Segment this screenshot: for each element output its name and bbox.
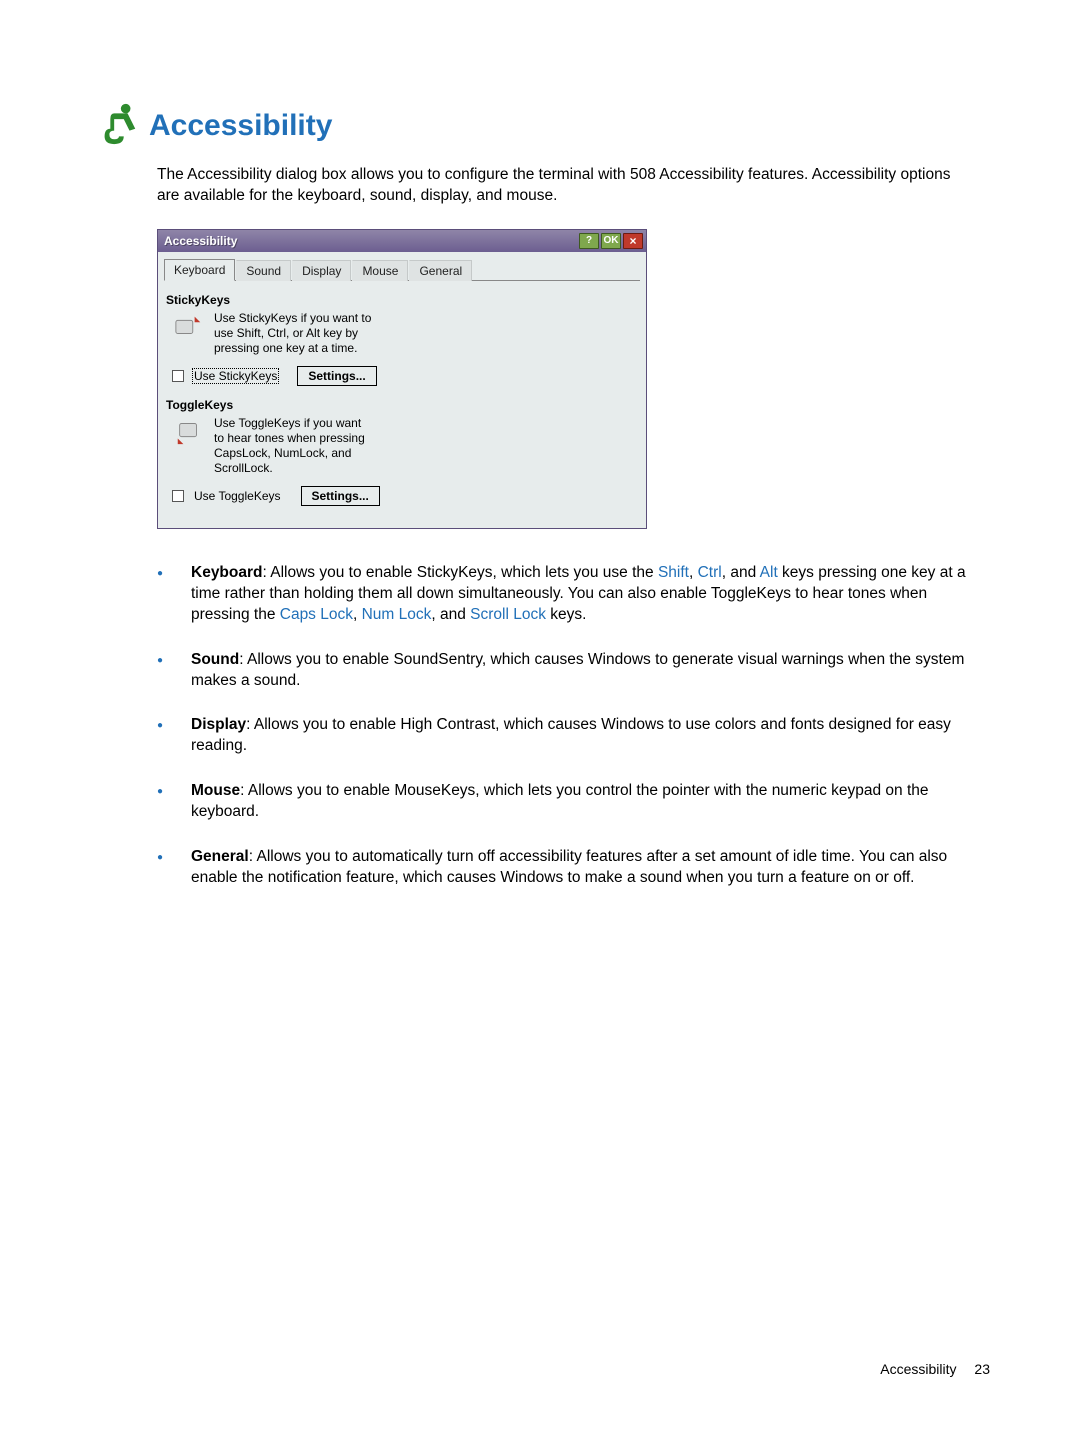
- use-stickykeys-label: Use StickyKeys: [194, 369, 277, 383]
- togglekeys-description: Use ToggleKeys if you want to hear tones…: [214, 416, 374, 476]
- footer-page-number: 23: [974, 1361, 990, 1377]
- list-item-keyboard: ● Keyboard: Allows you to enable StickyK…: [157, 563, 987, 626]
- accessibility-icon: [95, 100, 141, 151]
- tab-display[interactable]: Display: [292, 260, 351, 281]
- bullet-icon: ●: [157, 715, 167, 757]
- close-button[interactable]: ×: [623, 233, 643, 249]
- bullet-icon: ●: [157, 650, 167, 692]
- ok-button[interactable]: OK: [601, 233, 621, 249]
- bullet-icon: ●: [157, 847, 167, 889]
- list-item-mouse: ● Mouse: Allows you to enable MouseKeys,…: [157, 781, 987, 823]
- intro-paragraph: The Accessibility dialog box allows you …: [157, 165, 977, 207]
- list-item-general: ● General: Allows you to automatically t…: [157, 847, 987, 889]
- page-footer: Accessibility 23: [880, 1361, 990, 1377]
- tab-keyboard[interactable]: Keyboard: [164, 259, 235, 281]
- feature-list: ● Keyboard: Allows you to enable StickyK…: [157, 563, 987, 889]
- dialog-title: Accessibility: [164, 234, 577, 248]
- stickykeys-settings-button[interactable]: Settings...: [297, 366, 376, 386]
- heading-row: Accessibility: [95, 100, 995, 151]
- use-togglekeys-checkbox[interactable]: [172, 490, 184, 502]
- use-togglekeys-label: Use ToggleKeys: [194, 489, 281, 503]
- tab-sound[interactable]: Sound: [236, 260, 291, 281]
- dialog-titlebar: Accessibility ? OK ×: [158, 230, 646, 252]
- togglekeys-icon: [174, 416, 204, 446]
- tab-general[interactable]: General: [409, 260, 472, 281]
- use-stickykeys-checkbox[interactable]: [172, 370, 184, 382]
- togglekeys-group-title: ToggleKeys: [166, 398, 640, 412]
- stickykeys-group-title: StickyKeys: [166, 293, 640, 307]
- bullet-icon: ●: [157, 563, 167, 626]
- togglekeys-settings-button[interactable]: Settings...: [301, 486, 380, 506]
- list-item-sound: ● Sound: Allows you to enable SoundSentr…: [157, 650, 987, 692]
- stickykeys-description: Use StickyKeys if you want to use Shift,…: [214, 311, 374, 356]
- footer-section: Accessibility: [880, 1361, 956, 1377]
- help-button[interactable]: ?: [579, 233, 599, 249]
- tab-mouse[interactable]: Mouse: [352, 260, 408, 281]
- bullet-icon: ●: [157, 781, 167, 823]
- tab-strip: Keyboard Sound Display Mouse General: [164, 258, 640, 280]
- list-item-display: ● Display: Allows you to enable High Con…: [157, 715, 987, 757]
- stickykeys-icon: [174, 311, 204, 341]
- accessibility-dialog: Accessibility ? OK × Keyboard Sound Disp…: [157, 229, 647, 529]
- page-title: Accessibility: [149, 109, 332, 143]
